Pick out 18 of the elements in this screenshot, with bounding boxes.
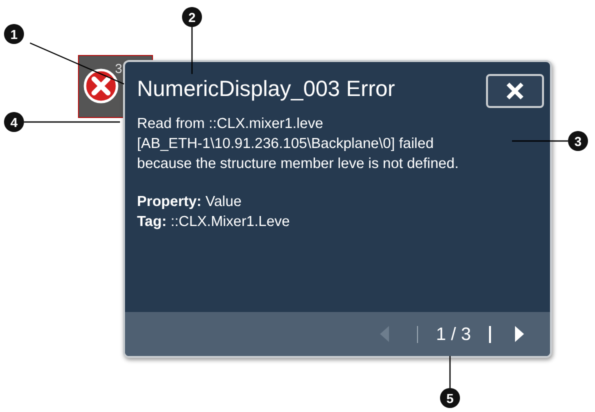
close-button[interactable] [486,74,544,108]
right-arrow-icon [515,326,524,342]
property-line: Tag: ::CLX.Mixer1.Leve [137,213,291,232]
leader-line [512,140,568,142]
page-indicator: 1 / 3 [436,324,471,344]
popup-title: NumericDisplay_003 Error [137,76,395,102]
leader-line [449,356,451,388]
leader-line [191,27,193,74]
error-message: Read from ::CLX.mixer1.leve [AB_ETH-1\10.91.236.105\Backplane\0] failed because the structure member leve is not defined. [137,115,459,174]
close-icon [506,82,524,100]
callout-number: 4 [4,112,24,132]
callout-number: 1 [4,24,24,44]
property-line: Property: Value [137,193,243,212]
callout-number: 5 [440,388,460,408]
display-value: 3 [115,61,122,76]
callout-number: 2 [182,7,202,27]
left-arrow-icon [380,326,389,342]
callout-number: 3 [568,131,588,151]
